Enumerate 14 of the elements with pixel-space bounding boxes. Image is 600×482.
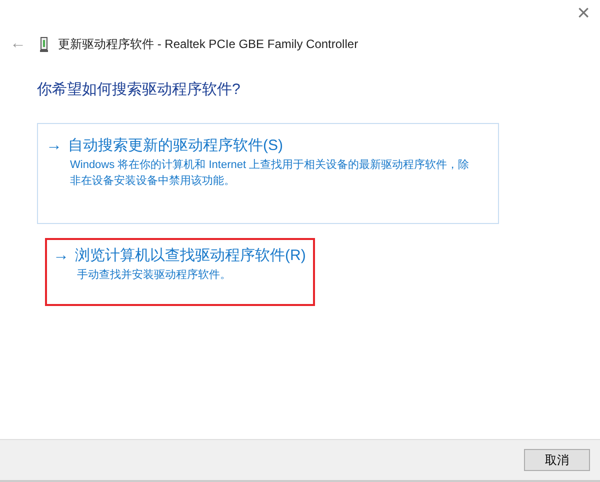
cancel-button[interactable]: 取消: [524, 449, 590, 471]
option-title: 自动搜索更新的驱动程序软件(S): [68, 136, 283, 155]
arrow-icon: →: [53, 246, 69, 264]
device-icon: [40, 36, 48, 52]
window-title: 更新驱动程序软件 - Realtek PCIe GBE Family Controller: [58, 36, 358, 52]
close-button[interactable]: ×: [573, 0, 594, 26]
option-description: Windows 将在你的计算机和 Internet 上查找用于相关设备的最新驱动程序软件，除非在设备安装设备中禁用该功能。: [69, 158, 470, 189]
arrow-icon: →: [46, 136, 62, 154]
option-title: 浏览计算机以查找驱动程序软件(R): [75, 246, 306, 265]
question-heading: 你希望如何搜索驱动程序软件?: [37, 80, 242, 99]
option-description: 手动查找并安装驱动程序软件。: [76, 268, 232, 283]
highlighted-option[interactable]: → 浏览计算机以查找驱动程序软件(R) 手动查找并安装驱动程序软件。: [47, 240, 313, 304]
back-button[interactable]: ←: [6, 35, 30, 53]
option-card[interactable]: → 自动搜索更新的驱动程序软件(S) Windows 将在你的计算机和 Internet 上查找用于相关设备的最新驱动程序软件，除非在设备安装设备中禁用该功能。: [37, 123, 499, 224]
